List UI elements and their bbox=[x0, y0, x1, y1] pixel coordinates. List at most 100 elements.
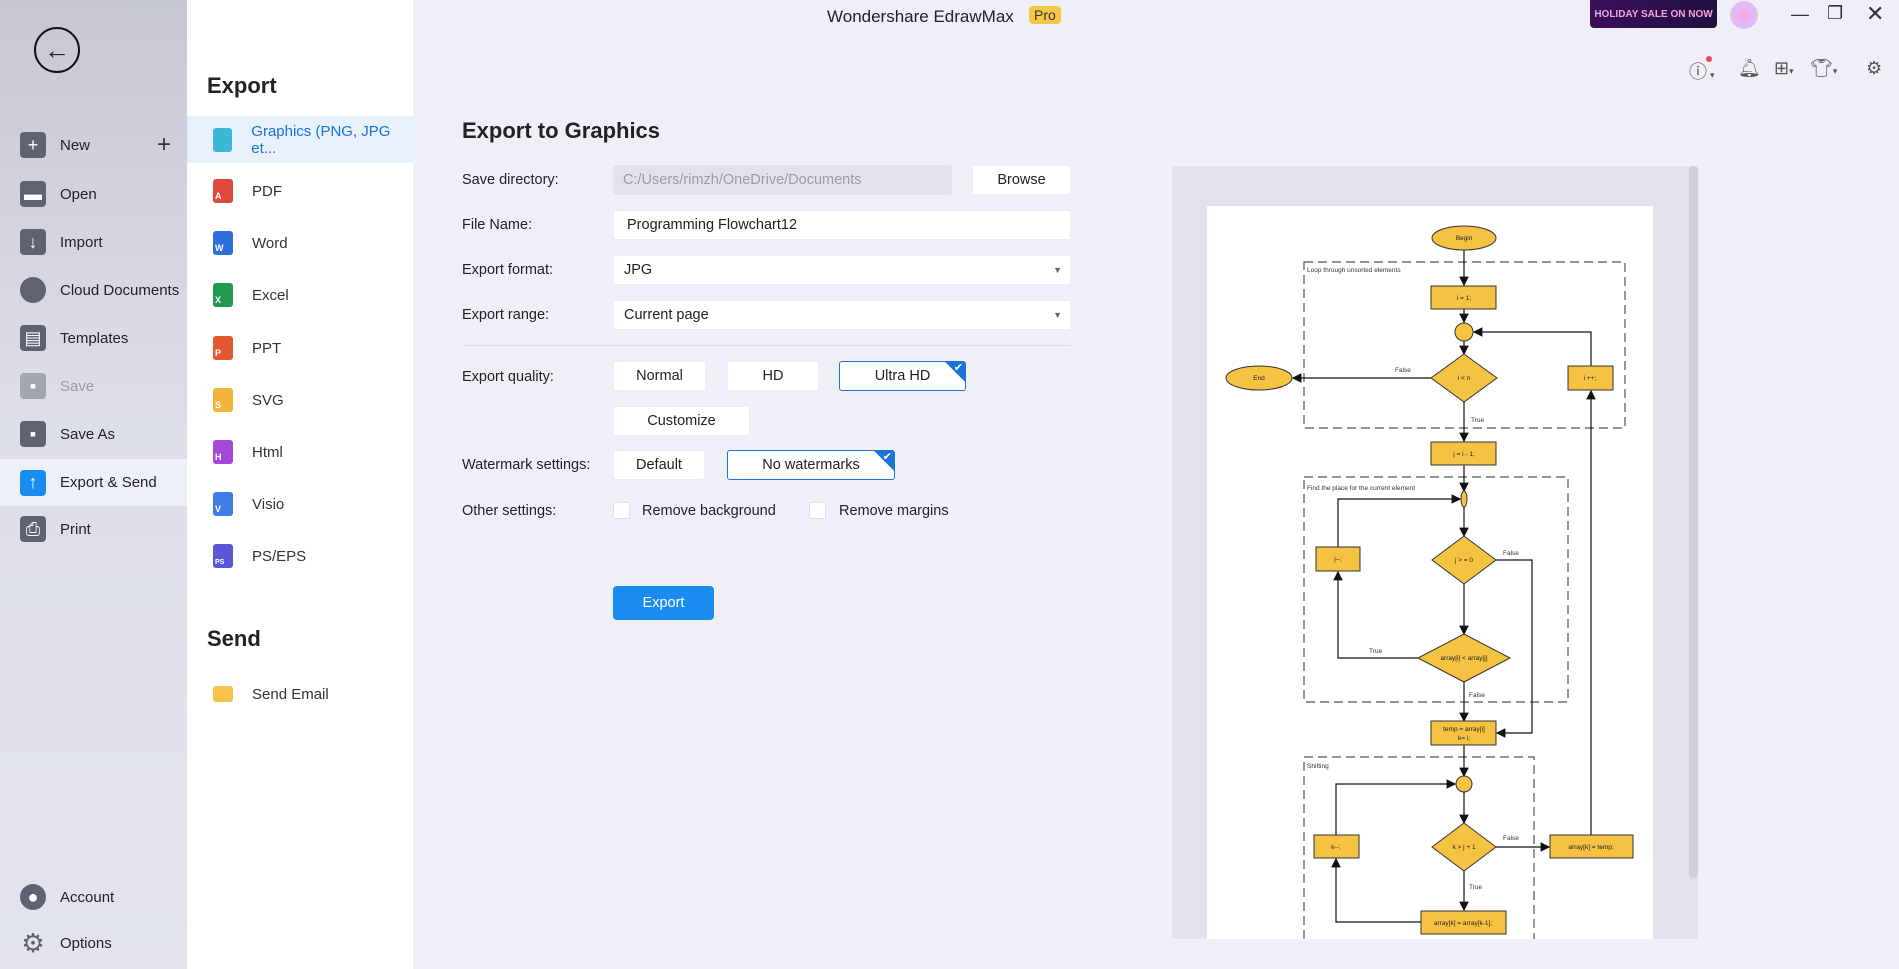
watermark-label: Watermark settings: bbox=[462, 457, 591, 473]
remove-background-checkbox[interactable] bbox=[613, 502, 630, 519]
html-file-icon: H bbox=[213, 440, 233, 464]
sidebar-item-cloud-documents[interactable]: Cloud Documents bbox=[0, 268, 187, 312]
export-item-graphics[interactable]: Graphics (PNG, JPG et... bbox=[187, 116, 413, 163]
edge-label-false: False bbox=[1469, 692, 1485, 699]
sidebar-item-account[interactable]: ● Account bbox=[0, 875, 187, 919]
node-shift: array[k] = array[k-1]; bbox=[1434, 920, 1493, 927]
browse-button[interactable]: Browse bbox=[972, 165, 1071, 195]
group-label-shifting: Shifting bbox=[1307, 763, 1329, 770]
sidebar-item-import[interactable]: ↓ Import bbox=[0, 220, 187, 264]
export-item-html[interactable]: H Html bbox=[187, 429, 413, 475]
sidebar-item-label: Cloud Documents bbox=[60, 281, 180, 299]
import-icon: ↓ bbox=[20, 229, 46, 255]
envelope-icon bbox=[213, 686, 233, 702]
back-arrow-icon[interactable]: ← bbox=[34, 27, 80, 73]
export-item-svg[interactable]: S SVG bbox=[187, 377, 413, 423]
sidebar-item-options[interactable]: ⚙ Options bbox=[0, 921, 187, 965]
sidebar-item-label: Options bbox=[60, 934, 112, 952]
no-watermarks-button[interactable]: No watermarks ✔ bbox=[727, 450, 895, 480]
other-settings-label: Other settings: bbox=[462, 503, 557, 519]
node-j-init: j = i - 1; bbox=[1452, 451, 1475, 458]
node-assign: array[k] = temp; bbox=[1568, 844, 1614, 851]
sidebar-item-label: Save bbox=[60, 377, 95, 395]
export-item-label: Word bbox=[252, 234, 288, 252]
edge-label-false: False bbox=[1503, 550, 1519, 557]
group-label-find: Find the place for the current element bbox=[1307, 485, 1415, 492]
remove-margins-label: Remove margins bbox=[839, 503, 949, 519]
export-quality-label: Export quality: bbox=[462, 369, 554, 385]
export-format-value: JPG bbox=[624, 262, 653, 278]
new-plus-icon[interactable]: + bbox=[157, 131, 171, 159]
save-directory-label: Save directory: bbox=[462, 172, 559, 188]
sidebar-item-print[interactable]: ⎙ Print bbox=[0, 507, 187, 551]
quality-normal-button[interactable]: Normal bbox=[613, 361, 706, 391]
sidebar-item-new[interactable]: + New + bbox=[0, 123, 187, 167]
excel-file-icon: X bbox=[213, 283, 233, 307]
sidebar-item-export-send[interactable]: ↑ Export & Send bbox=[0, 459, 187, 506]
node-j-dec: j--; bbox=[1333, 556, 1342, 563]
node-i-lt-n: i < n bbox=[1458, 375, 1471, 382]
check-icon: ✔ bbox=[953, 362, 963, 374]
account-icon: ● bbox=[20, 884, 46, 910]
gear-icon: ⚙ bbox=[21, 927, 45, 958]
sidebar-item-save[interactable]: ▪ Save bbox=[0, 364, 187, 408]
sidebar-item-label: Templates bbox=[60, 329, 129, 347]
page-title: Export to Graphics bbox=[462, 118, 661, 143]
node-j-ge-0: j > = 0 bbox=[1454, 557, 1473, 564]
watermark-default-button[interactable]: Default bbox=[613, 450, 705, 480]
send-item-label: Send Email bbox=[252, 685, 329, 703]
export-item-visio[interactable]: V Visio bbox=[187, 481, 413, 527]
node-i-init: i = 1; bbox=[1457, 295, 1471, 302]
export-item-label: PS/EPS bbox=[252, 547, 307, 565]
export-button[interactable]: Export bbox=[613, 586, 714, 620]
file-name-label: File Name: bbox=[462, 217, 533, 233]
export-range-select[interactable]: Current page ▼ bbox=[613, 300, 1071, 330]
save-icon: ▪ bbox=[20, 373, 46, 399]
cloud-icon bbox=[20, 277, 46, 303]
export-item-ps-eps[interactable]: PS PS/EPS bbox=[187, 533, 413, 579]
export-item-label: Visio bbox=[252, 495, 285, 513]
quality-ultra-hd-label: Ultra HD bbox=[874, 368, 931, 384]
quality-ultra-hd-button[interactable]: Ultra HD ✔ bbox=[839, 361, 966, 391]
edge-label-true: True bbox=[1471, 417, 1485, 424]
chevron-down-icon: ▼ bbox=[1053, 265, 1062, 275]
export-item-excel[interactable]: X Excel bbox=[187, 272, 413, 318]
export-item-label: Excel bbox=[252, 286, 289, 304]
quality-hd-button[interactable]: HD bbox=[727, 361, 819, 391]
export-item-ppt[interactable]: P PPT bbox=[187, 325, 413, 371]
sidebar-item-templates[interactable]: ▤ Templates bbox=[0, 316, 187, 360]
export-range-value: Current page bbox=[624, 307, 709, 323]
save-directory-input[interactable]: C:/Users/rimzh/OneDrive/Documents bbox=[613, 165, 952, 195]
divider bbox=[462, 345, 1071, 346]
send-item-email[interactable]: Send Email bbox=[187, 671, 413, 717]
node-i-inc: i ++; bbox=[1584, 375, 1597, 382]
node-begin: Begin bbox=[1456, 235, 1473, 242]
export-format-select[interactable]: JPG ▼ bbox=[613, 255, 1071, 285]
export-range-label: Export range: bbox=[462, 307, 550, 323]
export-item-pdf[interactable]: A PDF bbox=[187, 168, 413, 214]
node-compare: array[i] < array[j] bbox=[1440, 655, 1487, 662]
export-heading: Export bbox=[207, 73, 277, 98]
word-file-icon: W bbox=[213, 231, 233, 255]
pdf-file-icon: A bbox=[213, 179, 233, 203]
file-name-input[interactable]: Programming Flowchart12 bbox=[613, 210, 1071, 240]
sidebar-item-save-as[interactable]: ▪ Save As bbox=[0, 412, 187, 456]
preview-page: Begin End i = 1; i < n i ++; j = i - 1; … bbox=[1207, 206, 1653, 939]
sidebar-item-open[interactable]: ▬ Open bbox=[0, 172, 187, 216]
export-icon: ↑ bbox=[20, 469, 46, 496]
flowchart-preview: Begin End i = 1; i < n i ++; j = i - 1; … bbox=[1225, 225, 1634, 939]
sidebar-item-label: New bbox=[60, 136, 91, 154]
sidebar-item-label: Account bbox=[60, 888, 115, 906]
svg-file-icon: S bbox=[213, 388, 233, 412]
customize-button[interactable]: Customize bbox=[613, 406, 750, 436]
remove-margins-checkbox[interactable] bbox=[809, 502, 826, 519]
folder-icon: ▬ bbox=[20, 181, 46, 207]
no-watermarks-label: No watermarks bbox=[762, 457, 860, 473]
eps-file-icon: PS bbox=[213, 544, 233, 568]
export-item-word[interactable]: W Word bbox=[187, 220, 413, 266]
templates-icon: ▤ bbox=[20, 325, 46, 351]
plus-square-icon: + bbox=[20, 132, 46, 158]
preview-scrollbar[interactable] bbox=[1689, 166, 1698, 878]
edge-label-true: True bbox=[1369, 648, 1383, 655]
sidebar-item-label: Export & Send bbox=[60, 474, 157, 491]
